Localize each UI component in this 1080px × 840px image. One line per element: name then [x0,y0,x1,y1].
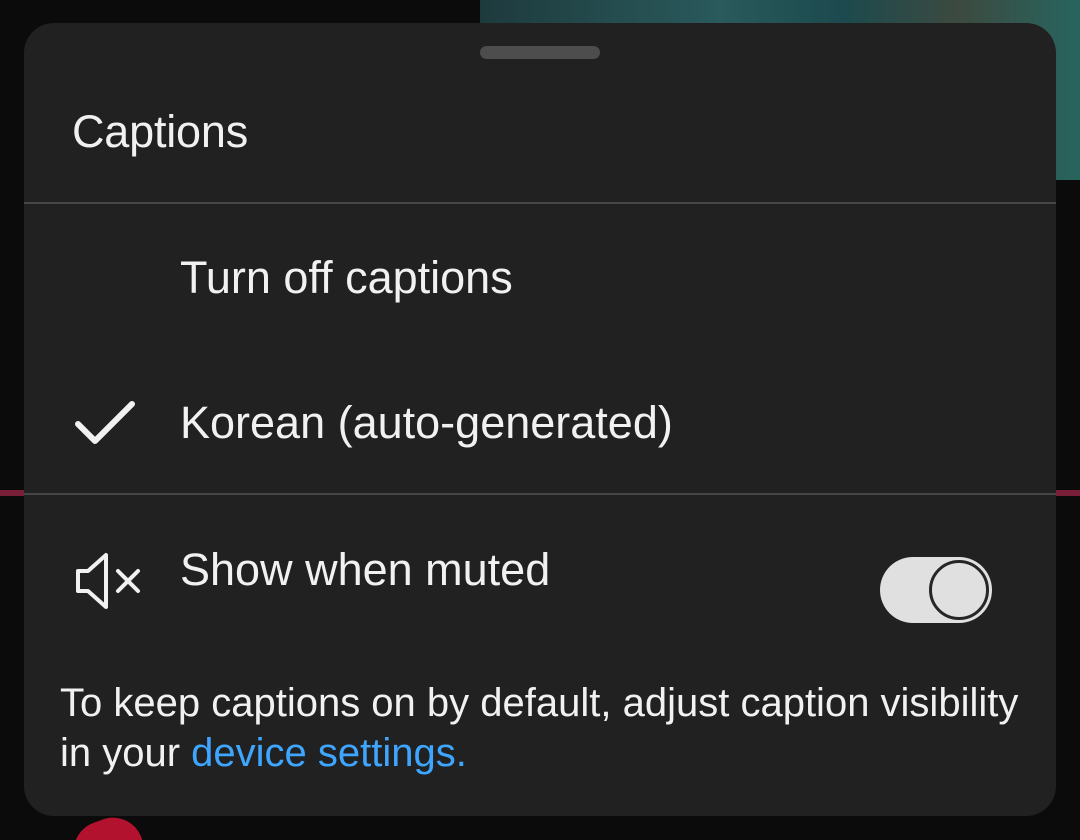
divider [24,202,1056,204]
checkmark-icon [72,398,138,453]
option-korean-auto-generated[interactable]: Korean (auto-generated) [24,358,1056,488]
volume-muted-icon [72,551,144,616]
option-turn-off-captions[interactable]: Turn off captions [24,213,1056,343]
option-label: Korean (auto-generated) [180,397,673,448]
show-when-muted-toggle[interactable] [880,557,992,623]
divider [24,493,1056,495]
sheet-drag-handle[interactable] [480,46,600,59]
show-when-muted-label: Show when muted [180,544,551,595]
captions-bottom-sheet: Captions Turn off captions Korean (auto-… [24,23,1056,816]
show-when-muted-row[interactable]: Show when muted [24,505,1056,635]
toggle-knob [929,560,989,620]
sheet-title: Captions [72,106,249,157]
device-settings-link[interactable]: device settings. [191,731,467,775]
caption-settings-note: To keep captions on by default, adjust c… [60,678,1020,778]
option-label: Turn off captions [180,252,513,303]
